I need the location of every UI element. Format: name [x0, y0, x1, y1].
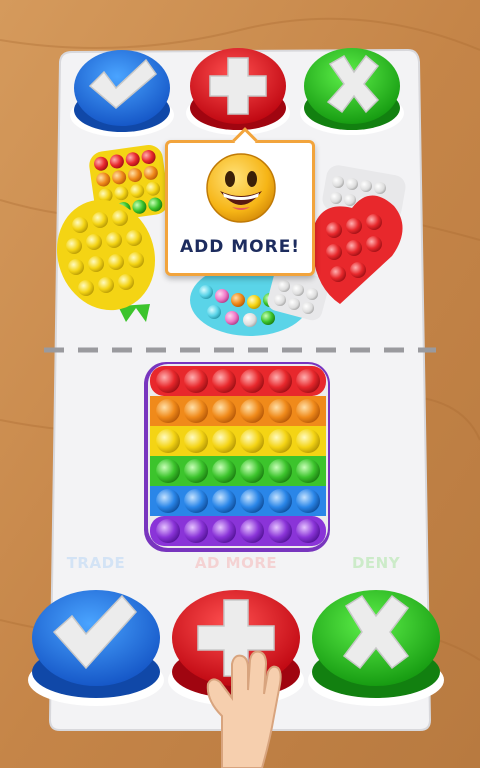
grinning-emoji-icon — [206, 153, 276, 223]
deny-button[interactable] — [308, 590, 444, 706]
game-scene — [0, 0, 480, 768]
add-more-prompt-bubble: ADD MORE! — [165, 127, 315, 276]
add-more-prompt-text: ADD MORE! — [179, 237, 301, 257]
trade-label: TRADE — [66, 554, 126, 572]
rainbow-square-pop-it[interactable] — [144, 362, 330, 552]
add-more-label: AD MORE — [194, 554, 278, 572]
trade-button[interactable] — [28, 590, 164, 706]
deny-label: DENY — [351, 554, 401, 572]
